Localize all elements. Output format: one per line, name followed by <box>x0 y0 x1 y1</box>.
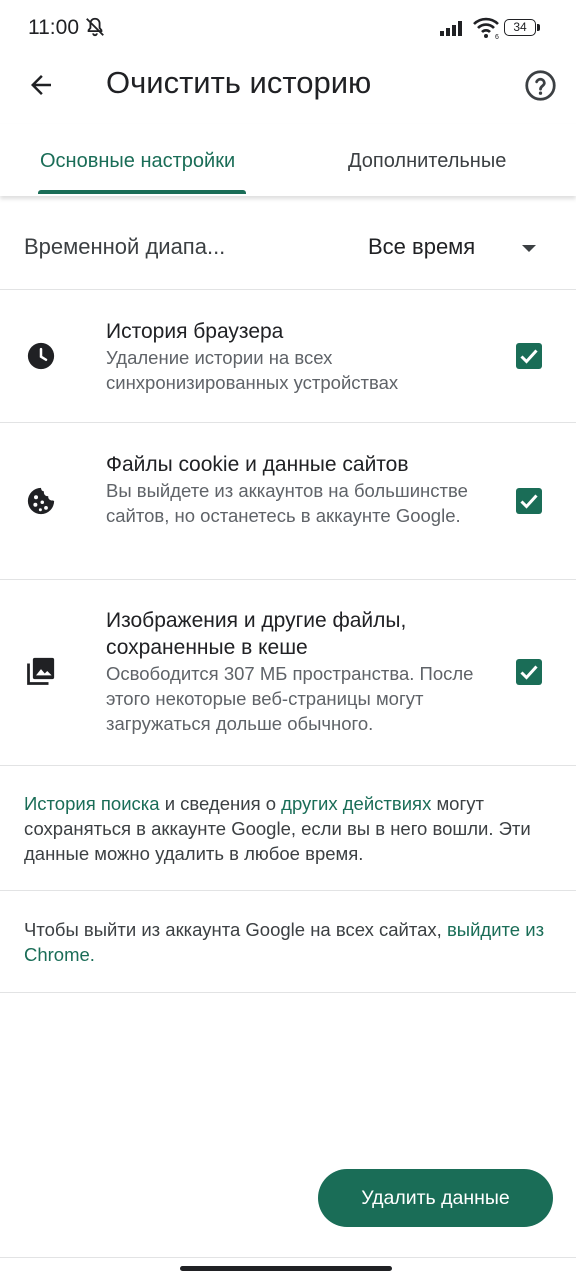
tab-basic-settings[interactable]: Основные настройки <box>40 124 235 196</box>
sign-out-info-text: Чтобы выйти из аккаунта Google на всех с… <box>24 917 554 967</box>
option-text: Изображения и другие файлы, сохраненные … <box>106 607 498 736</box>
option-cookies[interactable]: Файлы cookie и данные сайтов Вы выйдете … <box>0 423 576 580</box>
bottom-divider <box>0 1257 576 1258</box>
checkbox-cached-images[interactable] <box>516 659 542 685</box>
dropdown-arrow-icon[interactable] <box>520 242 538 254</box>
cookie-icon <box>27 487 55 515</box>
mute-icon <box>86 17 104 37</box>
option-title: История браузера <box>106 320 284 343</box>
help-circle-icon[interactable] <box>524 69 557 102</box>
search-history-link[interactable]: История поиска <box>24 793 160 814</box>
clear-data-button[interactable]: Удалить данные <box>318 1169 553 1227</box>
time-range-label: Временной диапа... <box>24 234 226 259</box>
svg-text:6: 6 <box>495 34 499 39</box>
option-browsing-history[interactable]: История браузера Удаление истории на все… <box>0 290 576 423</box>
other-activity-link[interactable]: других действиях <box>281 793 431 814</box>
app-bar: Очистить историю <box>0 56 576 116</box>
home-indicator[interactable] <box>180 1266 392 1271</box>
sign-out-info: Чтобы выйти из аккаунта Google на всех с… <box>0 891 576 993</box>
checkbox-browsing-history[interactable] <box>516 343 542 369</box>
option-description: Освободится 307 МБ пространства. После э… <box>106 663 474 734</box>
tab-advanced[interactable]: Дополнительные <box>348 124 506 196</box>
images-icon <box>27 657 55 685</box>
check-icon <box>520 665 538 680</box>
option-title: Файлы cookie и данные сайтов <box>106 453 409 476</box>
search-history-info-text: История поиска и сведения о других дейст… <box>24 791 554 866</box>
check-icon <box>520 349 538 364</box>
option-title: Изображения и другие файлы, сохраненные … <box>106 609 407 659</box>
checkbox-cookies[interactable] <box>516 488 542 514</box>
clear-browsing-data-screen: 11:00 6 34 Очистить историю Основные нас… <box>0 0 576 1280</box>
arrow-left-icon[interactable] <box>26 70 56 100</box>
tab-bar: Основные настройки Дополнительные <box>0 124 576 196</box>
status-time: 11:00 <box>28 16 79 39</box>
check-icon <box>520 494 538 509</box>
status-bar: 11:00 6 34 <box>0 0 576 56</box>
page-title: Очистить историю <box>106 65 372 100</box>
info-text-segment: и сведения о <box>159 793 282 814</box>
search-history-info: История поиска и сведения о других дейст… <box>0 766 576 891</box>
tab-indicator <box>38 190 246 194</box>
option-description: Удаление истории на всех синхронизирован… <box>106 347 399 393</box>
clock-icon <box>27 342 55 370</box>
battery-icon: 34 <box>504 19 536 36</box>
time-range-selector[interactable]: Временной диапа... Все время <box>0 208 576 290</box>
option-cached-images[interactable]: Изображения и другие файлы, сохраненные … <box>0 580 576 766</box>
info-text-segment: Чтобы выйти из аккаунта Google на всех с… <box>24 919 447 940</box>
wifi-icon: 6 <box>473 17 499 39</box>
battery-cap <box>537 24 540 31</box>
option-description: Вы выйдете из аккаунтов на большинстве с… <box>106 480 468 526</box>
signal-icon <box>440 21 462 36</box>
time-range-value[interactable]: Все время <box>368 234 475 260</box>
option-text: Файлы cookie и данные сайтов Вы выйдете … <box>106 451 498 528</box>
option-text: История браузера Удаление истории на все… <box>106 318 498 395</box>
